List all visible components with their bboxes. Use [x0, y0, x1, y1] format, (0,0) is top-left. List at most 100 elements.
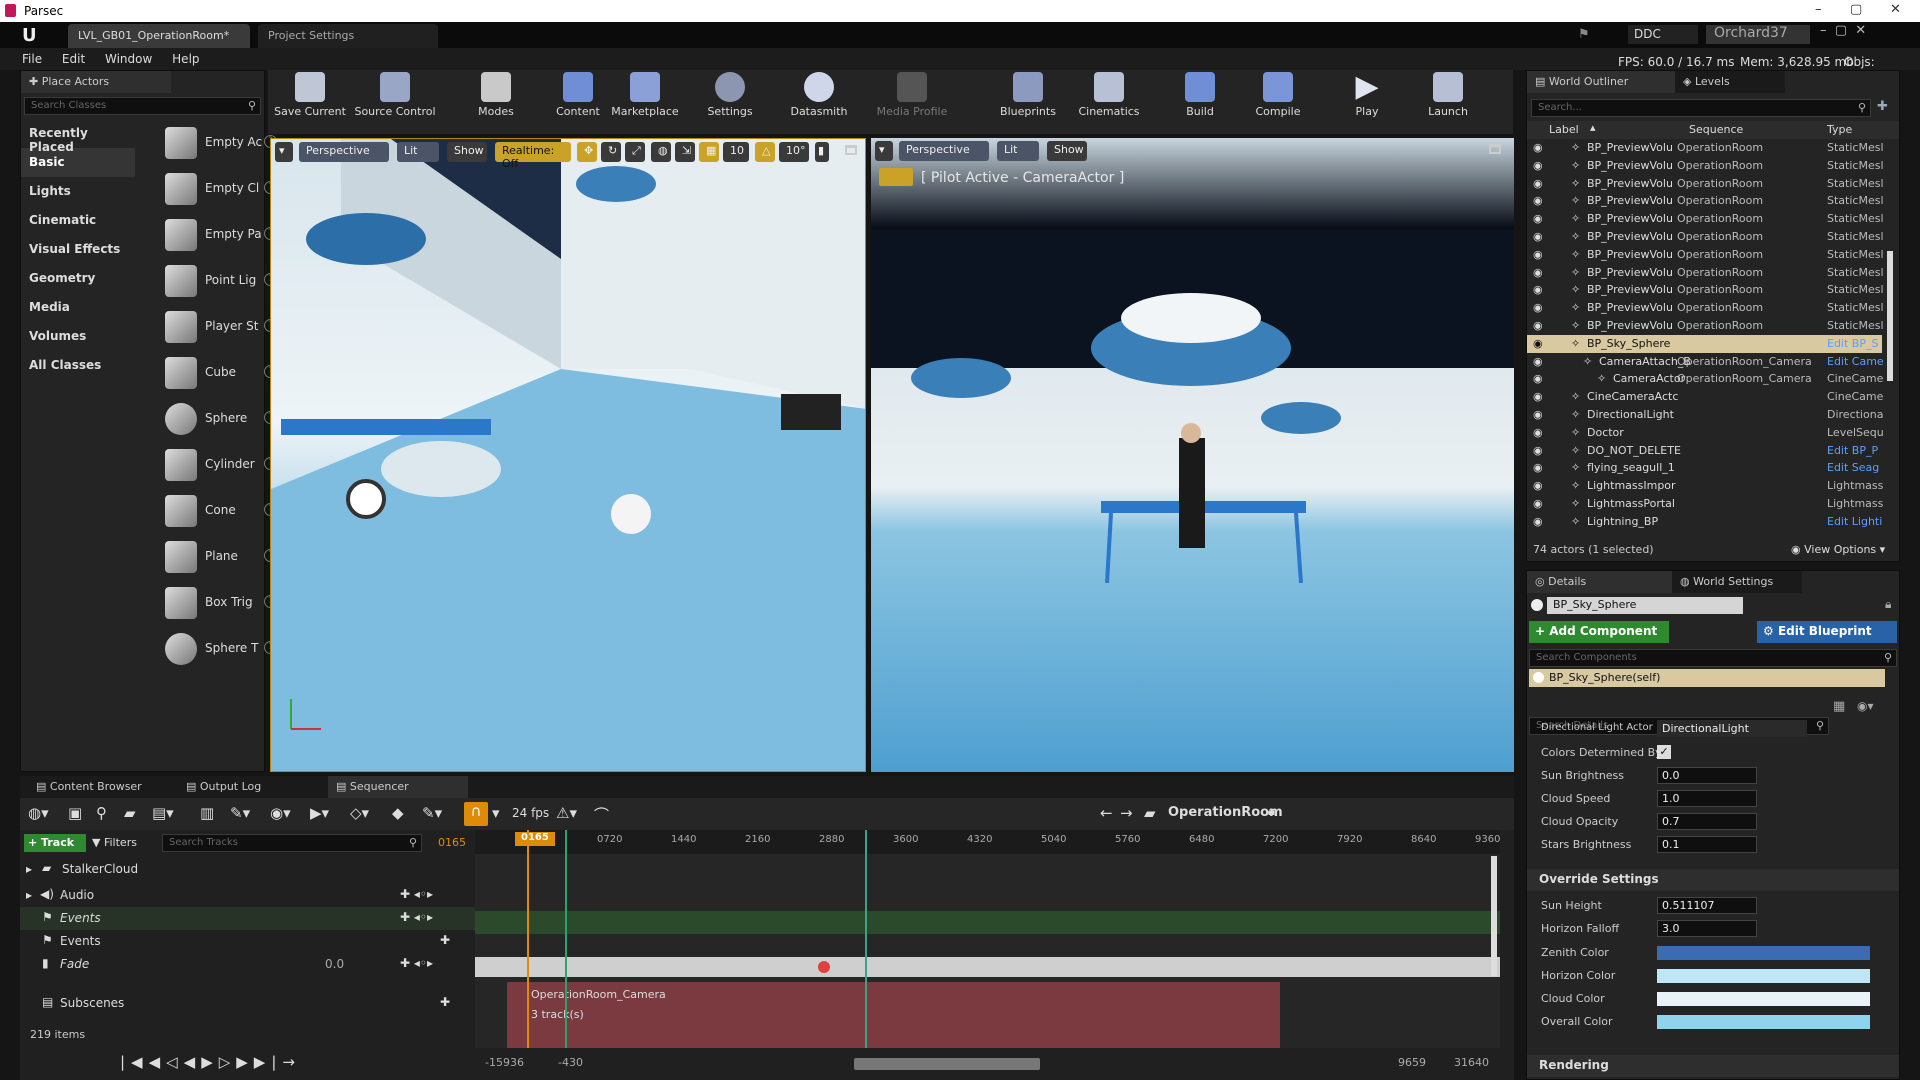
content-button[interactable]: Content	[548, 72, 608, 132]
outliner-row[interactable]: ◉ ✧ flying_seagull_1 Edit Seag	[1527, 459, 1882, 477]
grid-view-icon[interactable]: ▦	[1833, 699, 1845, 714]
lit-button[interactable]: Lit	[997, 141, 1039, 161]
source-control-button[interactable]: Source Control	[350, 72, 440, 132]
back-arrow-icon[interactable]: ←	[1100, 804, 1113, 822]
working-range-end[interactable]: 9659	[1398, 1056, 1426, 1069]
visibility-eye-icon[interactable]: ◉	[1533, 266, 1547, 279]
world-icon[interactable]: ◍	[651, 142, 671, 162]
world-icon[interactable]: ◍▾	[28, 804, 49, 822]
visibility-eye-icon[interactable]: ◉	[1533, 194, 1547, 207]
show-button[interactable]: Show	[447, 142, 487, 162]
actor-item[interactable]: Empty Cl?	[163, 167, 281, 211]
maximize-button[interactable]: ▢	[1850, 2, 1862, 17]
place-actors-tab[interactable]: ✚ Place Actors	[21, 71, 171, 93]
visibility-eye-icon[interactable]: ◉	[1533, 230, 1547, 243]
close-button[interactable]: ✕	[1890, 2, 1901, 17]
outliner-row[interactable]: ◉ ✧ BP_PreviewVolu OperationRoom StaticMesl	[1527, 317, 1884, 335]
camera-speed-button[interactable]: ▮	[815, 142, 829, 162]
sun-height-field[interactable]: 0.511107	[1657, 897, 1757, 914]
outliner-row[interactable]: ◉ ✧ BP_PreviewVolu OperationRoom StaticMesl	[1527, 246, 1884, 264]
outliner-row[interactable]: ◉ ✧ CameraAttach_B OperationRoom_Camera Edit…	[1527, 353, 1884, 371]
eye-icon[interactable]: ◉▾	[270, 804, 291, 822]
rotation-snap-value[interactable]: 10°	[779, 142, 809, 162]
menu-window[interactable]: Window	[105, 52, 152, 66]
cloud-opacity-field[interactable]: 0.7	[1657, 813, 1757, 830]
col-type[interactable]: Type	[1827, 123, 1852, 136]
sun-brightness-field[interactable]: 0.0	[1657, 767, 1757, 784]
outliner-row[interactable]: ◉ ✧ Lightning_BP Edit Lighti	[1527, 513, 1882, 531]
lit-button[interactable]: Lit	[397, 142, 439, 162]
outliner-scrollbar[interactable]	[1887, 251, 1893, 381]
col-sequence[interactable]: Sequence	[1689, 123, 1743, 136]
move-icon[interactable]: ✥	[577, 142, 597, 162]
add-key-icon[interactable]: ✚ ◂◦▸	[400, 887, 433, 901]
range-scrollbar[interactable]	[854, 1058, 1040, 1070]
launch-button[interactable]: Launch	[1418, 72, 1478, 132]
outliner-row[interactable]: ◉ ✧ BP_PreviewVolu OperationRoom StaticMesl	[1527, 157, 1884, 175]
visibility-eye-icon[interactable]: ◉	[1533, 426, 1547, 439]
visibility-eye-icon[interactable]: ◉	[1533, 461, 1547, 474]
outliner-row[interactable]: ◉ ✧ BP_PreviewVolu OperationRoom StaticMesl	[1527, 139, 1884, 157]
outliner-row[interactable]: ◉ ✧ CineCameraActc CineCame	[1527, 388, 1883, 406]
playhead-label[interactable]: 0165	[515, 832, 555, 846]
outliner-row[interactable]: ◉ ✧ BP_PreviewVolu OperationRoom StaticMesl	[1527, 281, 1884, 299]
tab-details[interactable]: ◎ Details	[1527, 571, 1672, 593]
component-self-row[interactable]: BP_Sky_Sphere(self)	[1529, 669, 1885, 687]
horizon-falloff-field[interactable]: 3.0	[1657, 920, 1757, 937]
outliner-row[interactable]: ◉ ✧ BP_PreviewVolu OperationRoom StaticMesl	[1527, 299, 1884, 317]
realtime-toggle[interactable]: Realtime: Off	[495, 142, 571, 170]
tab-output-log[interactable]: ▤ Output Log	[178, 776, 328, 798]
expand-icon[interactable]: ▸	[26, 862, 32, 876]
datasmith-button[interactable]: Datasmith	[784, 72, 854, 132]
ddc-button[interactable]: DDC	[1628, 25, 1698, 44]
visibility-eye-icon[interactable]: ◉	[1533, 515, 1547, 528]
blueprints-button[interactable]: Blueprints	[996, 72, 1060, 132]
add-key-icon[interactable]: ✚ ◂◦▸	[400, 910, 433, 924]
tab-levels[interactable]: ◈ Levels	[1675, 71, 1785, 93]
modes-button[interactable]: Modes	[466, 72, 526, 132]
curve-editor-icon[interactable]: ⌒	[594, 804, 609, 825]
track-row[interactable]: ⚑ Events ✚ ◂◦▸	[20, 907, 490, 930]
tab-project-settings[interactable]: Project Settings	[258, 24, 438, 48]
outliner-row-type[interactable]: Edit Seag	[1827, 461, 1885, 474]
maximize-viewport-icon[interactable]	[1489, 144, 1501, 154]
play-button[interactable]: ▶ Play	[1342, 72, 1392, 132]
pilot-eject-icon[interactable]	[879, 168, 913, 186]
overall-color-swatch[interactable]	[1657, 1015, 1870, 1029]
outliner-row[interactable]: ◉ ✧ Doctor LevelSequ	[1527, 424, 1884, 442]
snap-options-icon[interactable]: ▾	[492, 804, 500, 822]
horizon-color-swatch[interactable]	[1657, 969, 1870, 983]
rotate-icon[interactable]: ↻	[601, 142, 621, 162]
scale-icon[interactable]: ⤢	[625, 142, 645, 162]
outliner-row[interactable]: ◉ ✧ DO_NOT_DELETE Edit BP_P	[1527, 442, 1882, 460]
outliner-search-input[interactable]: Search... ⚲	[1531, 99, 1871, 117]
auto-key-icon[interactable]: ◆	[392, 804, 404, 822]
actor-item[interactable]: Sphere?	[163, 397, 281, 441]
menu-help[interactable]: Help	[172, 52, 199, 66]
cloud-color-swatch[interactable]	[1657, 992, 1870, 1006]
visibility-eye-icon[interactable]: ◉	[1533, 408, 1547, 421]
actor-item[interactable]: Cone?	[163, 489, 281, 533]
zenith-color-swatch[interactable]	[1657, 946, 1870, 960]
add-component-button[interactable]: + Add Component	[1529, 621, 1669, 643]
override-settings-header[interactable]: Override Settings	[1527, 869, 1899, 891]
search-icon[interactable]: ⚲	[96, 804, 107, 822]
fps-selector[interactable]: 24 fps	[512, 806, 549, 820]
actor-item[interactable]: Point Lig?	[163, 259, 281, 303]
playback-options-icon[interactable]: ▶▾	[310, 804, 329, 822]
visibility-eye-icon[interactable]: ◉	[1533, 390, 1547, 403]
grid-size-value[interactable]: 10	[723, 142, 749, 162]
fade-key[interactable]	[818, 961, 830, 973]
transport-controls[interactable]: |◀◀◁◀▶▷▶▶|→	[120, 1053, 301, 1071]
save-icon[interactable]: ▣	[68, 804, 82, 822]
visibility-eye-icon[interactable]: ◉	[1533, 177, 1547, 190]
visibility-eye-icon[interactable]: ◉	[1533, 444, 1547, 457]
events-track-lane[interactable]	[475, 911, 1500, 934]
lock-icon[interactable]: 🔒︎	[1268, 804, 1275, 819]
timeline-scrollbar[interactable]	[1491, 856, 1497, 976]
actor-item[interactable]: Empty Ac?	[163, 121, 281, 165]
marketplace-button[interactable]: Marketplace	[605, 72, 685, 132]
menu-file[interactable]: File	[22, 52, 42, 66]
outliner-row[interactable]: ◉ ✧ BP_Sky_Sphere Edit BP_S	[1527, 334, 1882, 353]
category-lights[interactable]: Lights	[21, 177, 135, 206]
